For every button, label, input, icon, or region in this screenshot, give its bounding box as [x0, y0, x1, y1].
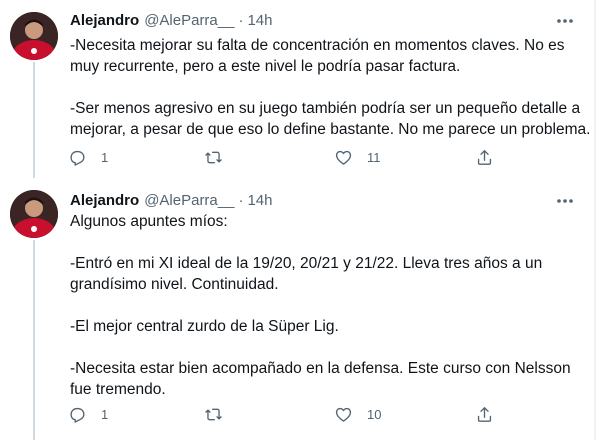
share-button[interactable]	[475, 404, 494, 424]
tweet-line: muy recurrente, pero a este nivel le pod…	[70, 58, 461, 75]
tweet-line: mejorar, a pesar de que eso lo define ba…	[70, 121, 591, 138]
reply-icon	[70, 407, 85, 423]
author-name[interactable]: Alejandro	[70, 192, 139, 209]
heart-icon	[335, 407, 352, 422]
thread-line	[33, 62, 35, 178]
tweet-line: -Necesita estar bien acompañado en la de…	[70, 360, 571, 377]
reply-count: 1	[101, 406, 109, 422]
tweet-line: fue tremendo.	[70, 381, 166, 398]
tweet-line: grandísimo nivel. Continuidad.	[70, 276, 279, 293]
like-count: 10	[367, 406, 382, 422]
timestamp[interactable]: 14h	[247, 12, 272, 29]
tweet-actions: 1 11	[68, 147, 498, 167]
reply-button[interactable]: 1	[68, 404, 108, 424]
avatar[interactable]	[10, 12, 58, 60]
timestamp[interactable]: 14h	[247, 192, 272, 209]
tweet-line: -Ser menos agresivo en su juego también …	[70, 100, 581, 117]
tweet[interactable]: Alejandro @AleParra__ · 14h Algunos apun…	[0, 178, 597, 440]
avatar[interactable]	[10, 190, 58, 238]
author-name[interactable]: Alejandro	[70, 12, 139, 29]
like-count: 11	[367, 149, 381, 165]
reply-count: 1	[101, 149, 109, 165]
like-button[interactable]: 11	[334, 147, 381, 167]
tweet-header: Alejandro @AleParra__ · 14h	[70, 10, 273, 30]
tweet[interactable]: Alejandro @AleParra__ · 14h -Necesita me…	[0, 0, 597, 178]
separator: ·	[238, 191, 244, 209]
author-handle[interactable]: @AleParra__	[144, 12, 234, 29]
separator: ·	[238, 11, 244, 29]
share-icon	[477, 406, 492, 422]
retweet-button[interactable]	[204, 404, 237, 424]
more-icon[interactable]	[555, 11, 575, 31]
author-handle[interactable]: @AleParra__	[144, 192, 234, 209]
tweet-line	[70, 232, 590, 253]
retweet-button[interactable]	[204, 147, 237, 167]
retweet-icon	[205, 408, 222, 420]
column-border	[594, 0, 596, 440]
tweet-actions: 1 10	[68, 404, 498, 424]
more-icon[interactable]	[555, 191, 575, 211]
heart-icon	[335, 150, 352, 165]
thread-line	[33, 240, 35, 440]
tweet-line	[70, 77, 590, 98]
tweet-line	[70, 337, 590, 358]
reply-icon	[70, 150, 85, 166]
tweet-line: -El mejor central zurdo de la Süper Lig.	[70, 318, 339, 335]
share-button[interactable]	[475, 147, 494, 167]
tweet-line: -Entró en mi XI ideal de la 19/20, 20/21…	[70, 255, 543, 272]
tweet-text: -Necesita mejorar su falta de concentrac…	[70, 35, 590, 140]
share-icon	[477, 149, 492, 165]
like-button[interactable]: 10	[334, 404, 381, 424]
tweet-line: -Necesita mejorar su falta de concentrac…	[70, 37, 565, 54]
tweet-line	[70, 295, 590, 316]
reply-button[interactable]: 1	[68, 147, 108, 167]
retweet-icon	[205, 151, 222, 163]
tweet-header: Alejandro @AleParra__ · 14h	[70, 190, 273, 210]
tweet-line: Algunos apuntes míos:	[70, 213, 228, 230]
tweet-text: Algunos apuntes míos: -Entró en mi XI id…	[70, 211, 590, 400]
